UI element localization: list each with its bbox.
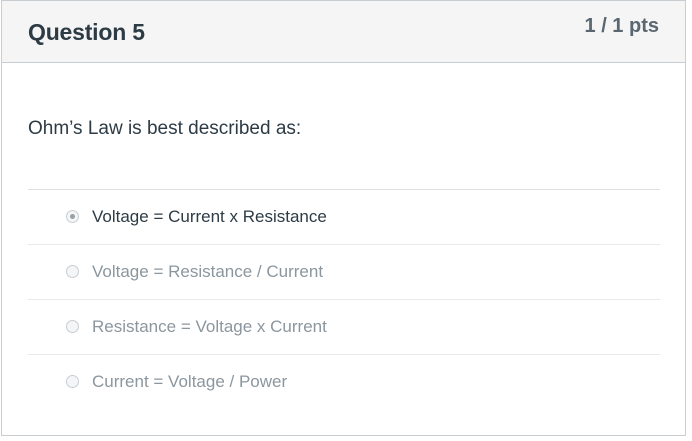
radio-icon[interactable] xyxy=(66,375,79,388)
answer-label: Voltage = Resistance / Current xyxy=(92,262,324,281)
radio-icon[interactable] xyxy=(66,320,79,333)
question-points: 1 / 1 pts xyxy=(584,15,659,37)
question-card: Question 5 1 / 1 pts Ohm’s Law is best d… xyxy=(1,0,686,436)
question-header: Question 5 1 / 1 pts xyxy=(2,1,685,63)
question-title: Question 5 xyxy=(28,19,145,45)
answer-label: Voltage = Current x Resistance xyxy=(92,207,327,226)
radio-icon[interactable] xyxy=(66,265,79,278)
answer-list: Voltage = Current x Resistance Voltage =… xyxy=(28,189,660,410)
answer-option[interactable]: Current = Voltage / Power xyxy=(28,355,660,410)
answer-label: Resistance = Voltage x Current xyxy=(92,317,327,336)
radio-selected-icon[interactable] xyxy=(66,210,79,223)
answer-label: Current = Voltage / Power xyxy=(92,372,288,391)
answer-option[interactable]: Voltage = Resistance / Current xyxy=(28,245,660,300)
answer-option[interactable]: Resistance = Voltage x Current xyxy=(28,300,660,355)
answer-option[interactable]: Voltage = Current x Resistance xyxy=(28,190,660,245)
question-text: Ohm’s Law is best described as: xyxy=(28,118,302,139)
